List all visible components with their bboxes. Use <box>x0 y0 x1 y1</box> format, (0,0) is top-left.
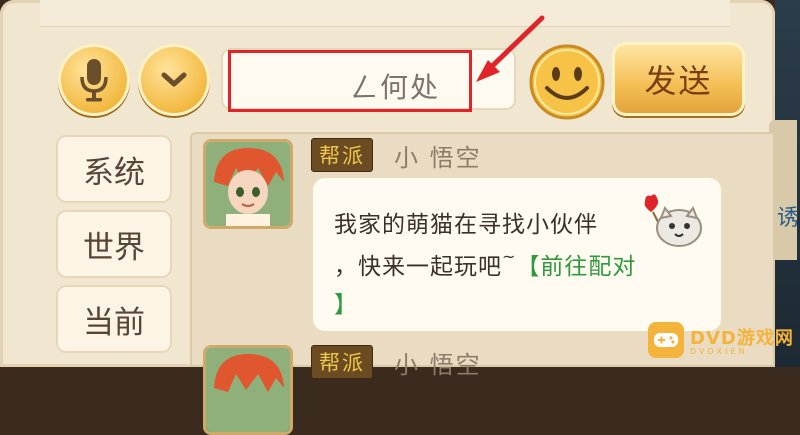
background-right-strip: 诱 <box>769 0 800 367</box>
chat-panel-top-border <box>40 0 730 27</box>
expand-options-button[interactable] <box>138 44 210 116</box>
watermark-subtitle: DVDXIEN <box>690 347 748 356</box>
avatar[interactable] <box>203 139 293 229</box>
tab-current[interactable]: 当前 <box>56 285 172 353</box>
side-tab-label: 诱 <box>777 206 800 231</box>
chat-input-text: ㄥ何处 <box>350 71 441 104</box>
message-text-line2-body: ，快来一起玩吧 <box>334 254 502 280</box>
voice-input-button[interactable] <box>58 44 130 116</box>
microphone-icon <box>80 59 108 102</box>
sender-name[interactable]: 小 悟空 <box>394 345 482 380</box>
channel-badge: 帮派 <box>311 138 373 172</box>
message-text-line1: 我家的萌猫在寻找小伙伴 <box>334 212 598 238</box>
smiley-icon[interactable] <box>527 42 607 122</box>
cat-sticker-icon <box>644 194 702 247</box>
tab-system[interactable]: 系统 <box>56 135 172 203</box>
chevron-down-icon <box>161 72 187 87</box>
site-watermark: DVD游戏网 DVDXIEN <box>648 320 798 364</box>
message-tilde: ~ <box>502 247 517 266</box>
channel-badge: 帮派 <box>311 345 373 379</box>
sender-name[interactable]: 小 悟空 <box>394 138 482 173</box>
gamepad-icon <box>648 322 684 358</box>
match-link-open[interactable]: 【前往配对 <box>516 254 636 280</box>
message-text-line2: ，快来一起玩吧~【前往配对 <box>334 247 636 281</box>
send-button[interactable]: 发送 <box>612 42 745 116</box>
avatar[interactable] <box>203 345 293 435</box>
tab-world[interactable]: 世界 <box>56 210 172 278</box>
avatar-portrait-image <box>206 142 290 226</box>
avatar-portrait-image <box>206 348 290 432</box>
match-link-close[interactable]: 】 <box>334 285 358 319</box>
